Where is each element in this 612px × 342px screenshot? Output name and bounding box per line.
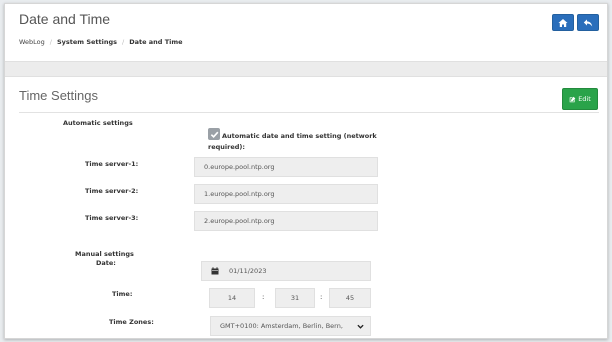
header-banner — [5, 61, 607, 77]
date-field[interactable]: 01/11/2023 — [201, 261, 371, 281]
page-title: Date and Time — [19, 11, 111, 27]
breadcrumb: WebLog / System Settings / Date and Time — [19, 38, 183, 46]
minute-field[interactable]: 31 — [275, 288, 315, 308]
section-title: Time Settings — [19, 88, 98, 103]
automatic-time-checkbox[interactable] — [208, 128, 220, 140]
time-zone-value: GMT+0100: Amsterdam, Berlin, Bern, — [220, 322, 343, 330]
checkbox-label-line2: required): — [208, 143, 245, 151]
section-divider — [19, 112, 599, 113]
breadcrumb-separator: / — [49, 38, 52, 46]
time-server-1-field[interactable]: 0.europe.pool.ntp.org — [194, 157, 378, 177]
time-server-1-label: Time server-1: — [85, 160, 139, 168]
time-server-3-field[interactable]: 2.europe.pool.ntp.org — [194, 211, 378, 231]
time-server-2-label: Time server-2: — [85, 187, 139, 195]
breadcrumb-system-settings[interactable]: System Settings — [57, 38, 117, 46]
edit-icon — [569, 96, 576, 102]
back-arrow-icon — [583, 19, 593, 26]
date-value: 01/11/2023 — [229, 267, 267, 275]
automatic-time-checkbox-label: Automatic date and time setting (network… — [208, 131, 392, 153]
back-button[interactable] — [577, 14, 599, 31]
breadcrumb-weblog[interactable]: WebLog — [19, 38, 45, 46]
manual-settings-heading: Manual settings — [75, 250, 134, 258]
time-separator: : — [320, 293, 323, 301]
checkmark-icon — [210, 131, 218, 138]
edit-button[interactable]: Edit — [562, 88, 598, 110]
home-icon — [558, 18, 568, 27]
time-server-2-field[interactable]: 1.europe.pool.ntp.org — [194, 184, 378, 204]
second-field[interactable]: 45 — [329, 288, 371, 308]
page-header: Date and Time WebLog / System Settings / Dat… — [5, 4, 607, 60]
chevron-down-icon — [357, 324, 364, 329]
time-label: Time: — [112, 290, 133, 298]
app-window: Date and Time WebLog / System Settings / Dat… — [4, 3, 608, 339]
hour-field[interactable]: 14 — [209, 288, 255, 308]
breadcrumb-separator: / — [122, 38, 125, 46]
checkbox-label-line1: Automatic date and time setting (network — [222, 132, 377, 140]
time-zones-label: Time Zones: — [109, 318, 154, 326]
time-separator: : — [262, 293, 265, 301]
time-server-3-label: Time server-3: — [85, 214, 139, 222]
automatic-settings-heading: Automatic settings — [63, 119, 133, 127]
breadcrumb-date-and-time: Date and Time — [129, 38, 183, 46]
home-button[interactable] — [552, 14, 574, 31]
time-zone-select[interactable]: GMT+0100: Amsterdam, Berlin, Bern, — [210, 316, 371, 336]
date-label: Date: — [96, 259, 116, 267]
calendar-icon — [211, 267, 219, 275]
edit-button-label: Edit — [578, 95, 591, 103]
